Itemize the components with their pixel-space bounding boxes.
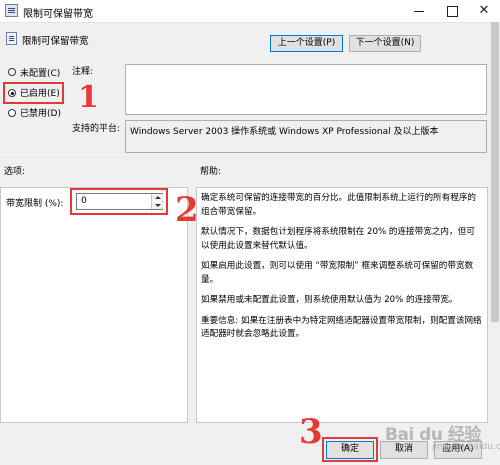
annotation-step-1: 1	[78, 80, 99, 115]
help-title: 帮助:	[200, 167, 222, 177]
close-button[interactable]: ✕	[468, 0, 500, 22]
annotation-step-3: 3	[299, 412, 323, 452]
help-paragraph: 重要信息: 如果在注册表中为特定网络适配器设置带宽限制，则配置该网络适配器时就会…	[201, 315, 482, 340]
annotation-box-bandwidth	[70, 188, 168, 215]
next-setting-button[interactable]: 下一个设置(N)	[349, 35, 421, 52]
radio-disabled-label[interactable]: 已禁用(D)	[20, 106, 61, 119]
radio-disabled[interactable]	[8, 109, 16, 117]
help-paragraph: 默认情况下，数据包计划程序将系统限制在 20% 的连接带宽之内，但可以使用此设置…	[201, 227, 475, 251]
watermark-url: jingyan.baidu.com	[432, 442, 500, 452]
annotation-box-enabled	[3, 82, 64, 104]
divider	[0, 157, 500, 158]
minimize-button[interactable]	[403, 0, 435, 22]
comment-textarea[interactable]	[125, 64, 487, 115]
maximize-button[interactable]	[436, 0, 468, 22]
setting-icon	[6, 32, 17, 45]
comment-label: 注释:	[72, 67, 94, 77]
close-icon: ✕	[478, 3, 490, 18]
scrollbar-thumb[interactable]	[491, 22, 499, 322]
setting-name: 限制可保留带宽	[22, 36, 89, 47]
help-paragraph: 如果启用此设置，则可以使用 “带宽限制” 框来调整系统可保留的带宽数量。	[201, 261, 474, 285]
options-title: 选项:	[4, 167, 26, 177]
help-paragraph: 如果禁用或未配置此设置，则系统使用默认值为 20% 的连接带宽。	[201, 295, 458, 305]
platform-label: 支持的平台:	[72, 124, 121, 134]
bandwidth-limit-label: 带宽限制 (%):	[6, 199, 64, 209]
help-text: 确定系统可保留的连接带宽的百分比。此值限制系统上运行的所有程序的组合带宽保留。 …	[201, 192, 483, 349]
help-panel: 确定系统可保留的连接带宽的百分比。此值限制系统上运行的所有程序的组合带宽保留。 …	[196, 187, 488, 423]
policy-icon	[5, 4, 18, 17]
supported-platform-field: Windows Server 2003 操作系统或 Windows XP Pro…	[125, 120, 487, 153]
annotation-step-2: 2	[175, 190, 199, 230]
radio-not-configured[interactable]	[8, 68, 16, 76]
annotation-box-ok	[322, 437, 378, 462]
options-panel	[0, 187, 188, 423]
radio-not-configured-label[interactable]: 未配置(C)	[20, 66, 60, 79]
previous-setting-button[interactable]: 上一个设置(P)	[270, 35, 343, 52]
window-title: 限制可保留带宽	[23, 9, 93, 20]
help-paragraph: 确定系统可保留的连接带宽的百分比。此值限制系统上运行的所有程序的组合带宽保留。	[201, 193, 477, 217]
